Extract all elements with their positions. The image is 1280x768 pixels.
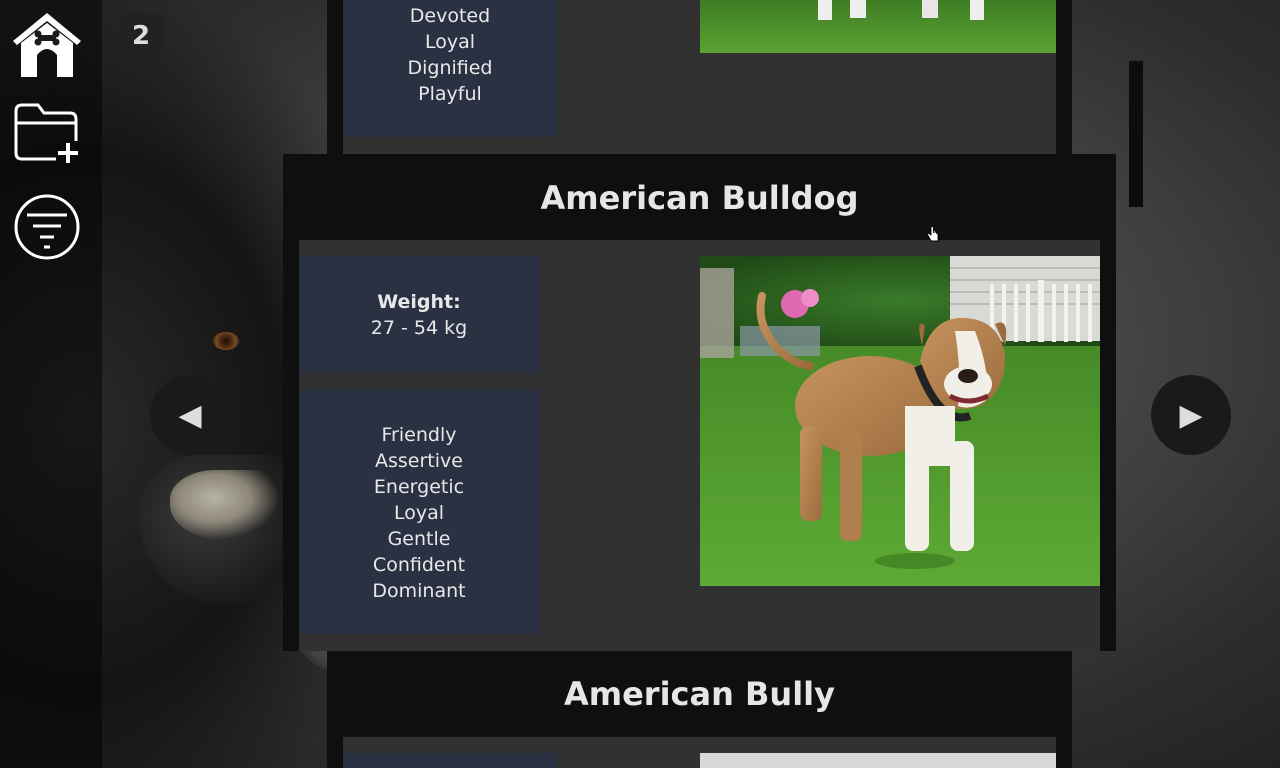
result-count-badge: 2 [117, 14, 165, 57]
trait: Devoted [409, 5, 491, 27]
trait: Dignified [407, 57, 493, 79]
arrow-right-icon: ▶ [1179, 397, 1203, 433]
weight-box: Weight: 27 - 54 kg [299, 256, 539, 373]
breed-card-body: Weight: 27 - 54 kg Friendly Assertive En… [299, 240, 1100, 651]
doghouse-icon [13, 13, 81, 77]
sidebar [0, 0, 102, 768]
dog-photo-image [700, 256, 1100, 586]
trait: Gentle [387, 528, 451, 550]
temperament-box: Devoted Loyal Dignified Playful [343, 0, 557, 137]
breed-name: American Bully [563, 675, 835, 713]
background-dog-eye [213, 332, 239, 350]
arrow-left-icon: ◀ [178, 397, 202, 433]
previous-arrow-button[interactable]: ◀ [150, 375, 230, 455]
trait: Assertive [375, 450, 463, 472]
breed-photo [700, 256, 1100, 586]
scrollbar-thumb[interactable] [1129, 61, 1143, 207]
breed-photo [700, 0, 1056, 53]
breed-card-current[interactable]: American Bulldog Weight: 27 - 54 kg Frie… [283, 154, 1116, 651]
home-button[interactable] [10, 8, 84, 82]
folder-plus-icon [14, 103, 78, 163]
breed-card-next[interactable]: American Bully [327, 651, 1072, 768]
trait: Loyal [424, 31, 476, 53]
trait: Playful [418, 83, 482, 105]
weight-value: 27 - 54 kg [370, 317, 468, 339]
filter-icon [14, 194, 80, 260]
weight-box [343, 753, 557, 768]
breed-photo [700, 753, 1056, 768]
trait: Confident [372, 554, 466, 576]
next-arrow-button[interactable]: ▶ [1151, 375, 1231, 455]
filter-button[interactable] [10, 190, 84, 264]
trait: Friendly [381, 424, 457, 446]
hand-cursor-icon [927, 226, 939, 242]
temperament-box: Friendly Assertive Energetic Loyal Gentl… [299, 389, 539, 634]
background-dog-teeth [170, 470, 280, 540]
breed-card-body: Devoted Loyal Dignified Playful [343, 0, 1056, 154]
weight-label: Weight: [377, 291, 461, 313]
trait: Dominant [372, 580, 466, 602]
breed-card-previous[interactable]: Devoted Loyal Dignified Playful [327, 0, 1072, 154]
trait: Energetic [373, 476, 465, 498]
trait: Loyal [393, 502, 445, 524]
breed-card-body [343, 737, 1056, 768]
breed-name: American Bulldog [540, 179, 859, 217]
add-folder-button[interactable] [10, 96, 84, 170]
dog-photo-image [700, 0, 1056, 53]
